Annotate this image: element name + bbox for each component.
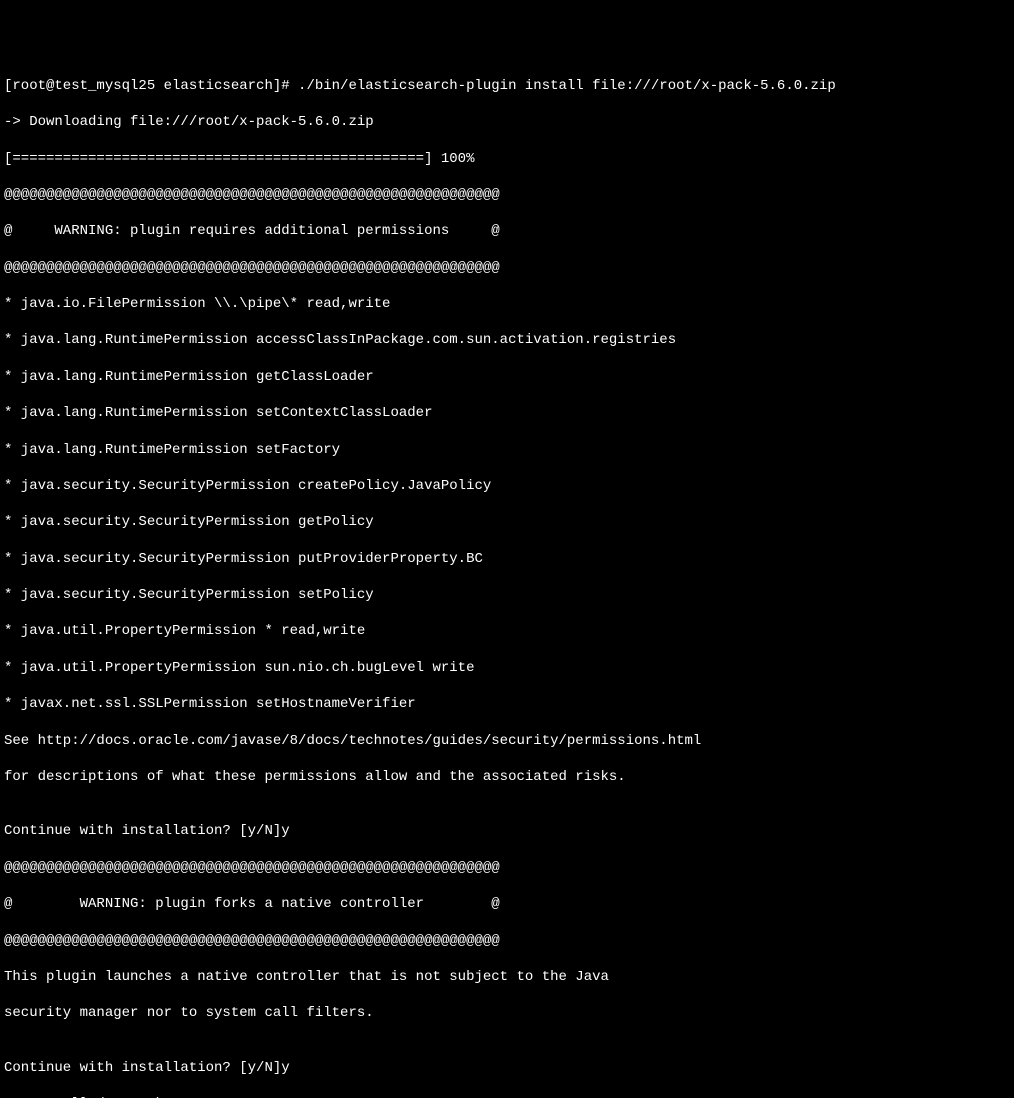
terminal-line-permission: * java.io.FilePermission \\.\pipe\* read… [4,295,1010,313]
terminal-line-permission: * java.security.SecurityPermission putPr… [4,550,1010,568]
terminal-line-permission: * java.util.PropertyPermission * read,wr… [4,622,1010,640]
terminal-line-continue-prompt[interactable]: Continue with installation? [y/N]y [4,1059,1010,1077]
terminal-line-download: -> Downloading file:///root/x-pack-5.6.0… [4,113,1010,131]
terminal-line-banner: @@@@@@@@@@@@@@@@@@@@@@@@@@@@@@@@@@@@@@@@… [4,186,1010,204]
terminal-line-prompt: [root@test_mysql25 elasticsearch]# ./bin… [4,77,1010,95]
terminal-line-permission: * java.security.SecurityPermission setPo… [4,586,1010,604]
terminal-line-banner: @@@@@@@@@@@@@@@@@@@@@@@@@@@@@@@@@@@@@@@@… [4,859,1010,877]
terminal-line-permission: * java.security.SecurityPermission creat… [4,477,1010,495]
terminal-line-progress: [=======================================… [4,150,1010,168]
terminal-line-permission: * java.lang.RuntimePermission getClassLo… [4,368,1010,386]
terminal-line-warning-controller: @ WARNING: plugin forks a native control… [4,895,1010,913]
terminal-line-permission: * javax.net.ssl.SSLPermission setHostnam… [4,695,1010,713]
terminal-line-banner: @@@@@@@@@@@@@@@@@@@@@@@@@@@@@@@@@@@@@@@@… [4,259,1010,277]
terminal-line-desc: for descriptions of what these permissio… [4,768,1010,786]
terminal-line-info: security manager nor to system call filt… [4,1004,1010,1022]
terminal-line-permission: * java.lang.RuntimePermission setContext… [4,404,1010,422]
terminal-line-installed: -> Installed x-pack [4,1095,1010,1098]
terminal-line-permission: * java.lang.RuntimePermission setFactory [4,441,1010,459]
terminal-line-info: This plugin launches a native controller… [4,968,1010,986]
terminal-line-banner: @@@@@@@@@@@@@@@@@@@@@@@@@@@@@@@@@@@@@@@@… [4,932,1010,950]
terminal-line-see-docs: See http://docs.oracle.com/javase/8/docs… [4,732,1010,750]
terminal-line-continue-prompt[interactable]: Continue with installation? [y/N]y [4,822,1010,840]
terminal-line-permission: * java.security.SecurityPermission getPo… [4,513,1010,531]
terminal-line-warning-permissions: @ WARNING: plugin requires additional pe… [4,222,1010,240]
terminal-line-permission: * java.util.PropertyPermission sun.nio.c… [4,659,1010,677]
terminal-line-permission: * java.lang.RuntimePermission accessClas… [4,331,1010,349]
